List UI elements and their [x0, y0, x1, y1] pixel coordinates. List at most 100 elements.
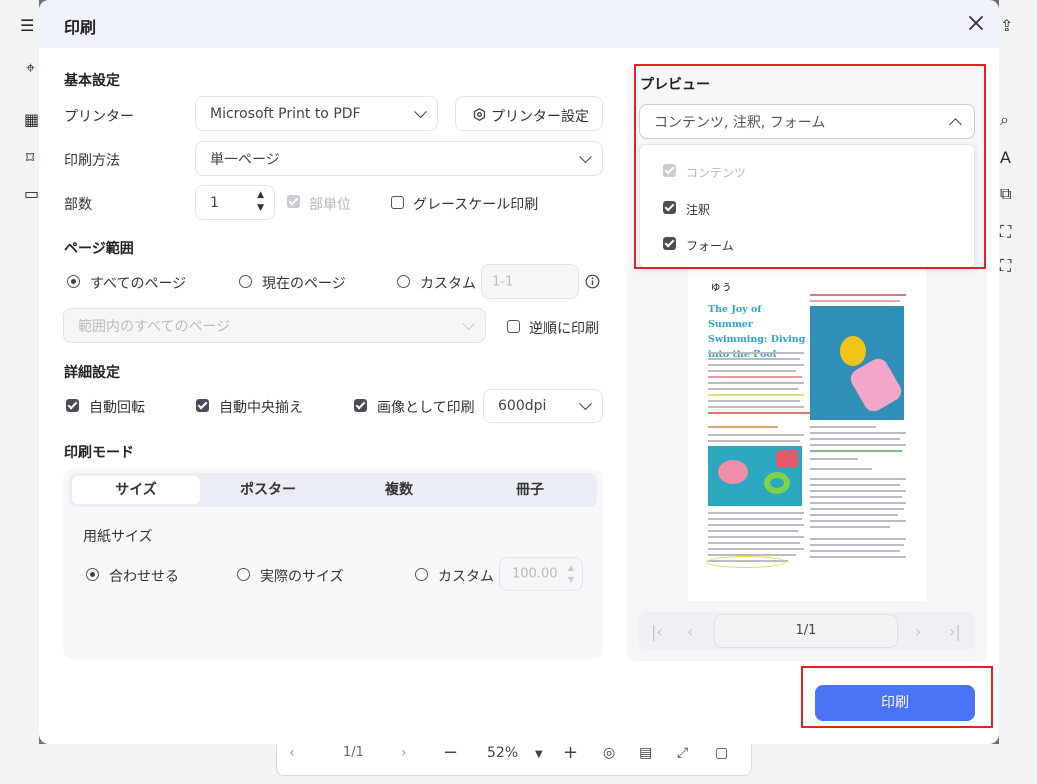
tab-poster[interactable]: ポスター [204, 476, 332, 504]
custom-range-radio[interactable] [397, 275, 410, 288]
dpi-value: 600dpi [498, 398, 547, 414]
bookmark-icon[interactable]: ⌑ [26, 150, 34, 166]
auto-center-label: 自動中央揃え [219, 400, 303, 416]
crop-icon[interactable]: ⛶ [1000, 258, 1011, 274]
printer-select[interactable]: Microsoft Print to PDF [195, 96, 438, 131]
annotation-highlight-preview [634, 64, 986, 269]
custom-range-input[interactable]: 1-1 [481, 264, 579, 299]
print-as-image-label: 画像として印刷 [377, 400, 475, 416]
upload-icon[interactable]: ⇪ [1000, 18, 1013, 34]
flamingo-image [708, 446, 802, 506]
tab-size[interactable]: サイズ [72, 476, 200, 504]
page-subset-value: 範囲内のすべてのページ [78, 318, 231, 335]
zoom-dropdown-icon[interactable]: ▼ [535, 749, 543, 760]
decrement-icon[interactable]: ▼ [257, 203, 264, 213]
reverse-order-label: 逆順に印刷 [529, 321, 599, 337]
prev-page-icon[interactable]: ‹ [289, 745, 295, 761]
menu-icon[interactable]: ☰ [20, 18, 34, 34]
prev-page-icon[interactable]: ‹ [687, 622, 693, 641]
grayscale-checkbox[interactable] [391, 196, 404, 209]
fit-label: 合わせせる [109, 569, 179, 585]
copies-stepper[interactable]: 1 ▲ ▼ [195, 185, 275, 220]
custom-scale-input[interactable]: 100.00 ▲ ▼ [499, 557, 583, 591]
layout-icon[interactable]: ▢ [715, 745, 728, 761]
print-mode-tabs: サイズ ポスター 複数 冊子 [69, 473, 597, 507]
print-mode-panel: サイズ ポスター 複数 冊子 用紙サイズ 合わせせる 実際のサイズ カスタム 1… [63, 469, 603, 659]
paper-size-label: 用紙サイズ [83, 529, 153, 545]
page-fit-icon[interactable]: ▤ [639, 745, 652, 761]
print-method-value: 単一ページ [210, 151, 280, 168]
custom-scale-radio[interactable] [415, 568, 428, 581]
view-icon[interactable]: ◎ [603, 745, 615, 761]
annotation-highlight-print [801, 666, 993, 728]
all-pages-radio[interactable] [67, 275, 80, 288]
first-page-icon[interactable]: |‹ [651, 622, 663, 641]
copies-value: 1 [210, 194, 219, 211]
zoom-out-icon[interactable]: − [443, 742, 458, 763]
preview-page: ゅぅ The Joy of Summer Swimming: Diving in… [688, 268, 926, 601]
page-range-title: ページ範囲 [64, 241, 134, 257]
chevron-down-icon [579, 149, 592, 163]
custom-scale-label: カスタム [438, 569, 494, 585]
print-method-select[interactable]: 単一ページ [195, 141, 603, 176]
page-subset-select[interactable]: 範囲内のすべてのページ [63, 308, 486, 343]
print-method-label: 印刷方法 [64, 153, 120, 169]
next-page-icon[interactable]: › [401, 745, 407, 761]
chevron-down-icon [414, 104, 427, 118]
background-page-display[interactable]: 1/1 [343, 745, 364, 760]
printer-select-value: Microsoft Print to PDF [210, 105, 361, 122]
fullscreen-icon[interactable]: ⤢ [677, 745, 688, 761]
increment-icon[interactable]: ▲ [568, 563, 574, 572]
page-logo: ゅぅ [710, 280, 732, 293]
tab-booklet[interactable]: 冊子 [466, 476, 594, 504]
reverse-order-checkbox[interactable] [507, 320, 520, 333]
current-page-radio[interactable] [239, 275, 252, 288]
basic-settings-title: 基本設定 [64, 73, 120, 89]
thumbnails-icon[interactable]: ▦ [24, 112, 39, 128]
grayscale-label: グレースケール印刷 [413, 197, 539, 213]
chevron-down-icon [462, 316, 475, 330]
tool-icon[interactable]: ⧉ [1000, 186, 1011, 202]
fit-radio[interactable] [86, 568, 99, 581]
print-as-image-checkbox[interactable] [354, 399, 367, 412]
print-mode-title: 印刷モード [64, 445, 134, 461]
comment-icon[interactable]: ▭ [24, 186, 39, 202]
auto-rotate-label: 自動回転 [89, 400, 145, 416]
translate-icon[interactable]: A [1000, 150, 1011, 166]
search-icon[interactable]: ⌕ [1000, 112, 1009, 128]
tab-multiple[interactable]: 複数 [335, 476, 463, 504]
actual-size-label: 実際のサイズ [260, 569, 344, 585]
print-dialog: 印刷 基本設定 プリンター Microsoft Print to PDF プリン… [39, 0, 999, 744]
decrement-icon[interactable]: ▼ [568, 575, 574, 584]
next-page-icon[interactable]: › [915, 622, 921, 641]
cursor-icon[interactable]: ⌖ [26, 60, 35, 76]
collate-checkbox[interactable] [287, 195, 300, 208]
gear-icon [473, 108, 486, 121]
pool-image [810, 306, 905, 420]
all-pages-label: すべてのページ [90, 276, 187, 292]
printer-settings-label: プリンター設定 [491, 109, 589, 125]
auto-center-checkbox[interactable] [196, 399, 209, 412]
close-icon[interactable] [965, 12, 987, 34]
current-page-label: 現在のページ [262, 276, 346, 292]
last-page-icon[interactable]: ›| [949, 622, 961, 641]
dialog-title: 印刷 [64, 18, 97, 37]
auto-rotate-checkbox[interactable] [66, 399, 79, 412]
printer-settings-button[interactable]: プリンター設定 [455, 96, 603, 131]
advanced-settings-title: 詳細設定 [64, 365, 120, 381]
collate-label: 部単位 [309, 197, 351, 213]
page-indicator[interactable]: 1/1 [714, 614, 898, 648]
dpi-select[interactable]: 600dpi [483, 389, 603, 423]
printer-label: プリンター [64, 109, 134, 125]
custom-range-placeholder: 1-1 [492, 274, 514, 289]
zoom-level[interactable]: 52% [487, 745, 518, 761]
dialog-header: 印刷 [39, 0, 999, 48]
increment-icon[interactable]: ▲ [257, 190, 264, 200]
info-icon[interactable] [585, 274, 600, 289]
actual-size-radio[interactable] [237, 568, 250, 581]
custom-range-label: カスタム [420, 276, 476, 292]
scan-icon[interactable]: ⛶ [1000, 224, 1011, 240]
copies-label: 部数 [64, 197, 92, 213]
zoom-in-icon[interactable]: + [563, 742, 578, 763]
preview-pager: |‹ ‹ 1/1 › ›| [639, 612, 975, 650]
